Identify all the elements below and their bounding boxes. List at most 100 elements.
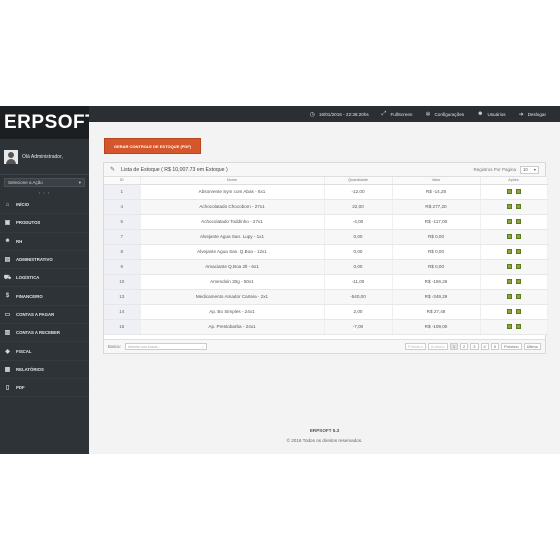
cell-id: 10 xyxy=(104,274,141,290)
row-actions xyxy=(506,293,521,299)
per-page-select[interactable]: 10 ▾ xyxy=(520,165,539,174)
row-actions xyxy=(506,248,521,254)
sidebar: ERPSOFT Olá Administrador, Selecione a A… xyxy=(0,106,97,454)
view-icon[interactable] xyxy=(515,188,521,194)
sidebar-item-fiscal[interactable]: ◆ FISCAL xyxy=(0,342,89,361)
cell-id: 8 xyxy=(104,244,141,260)
avatar xyxy=(4,149,18,164)
logo: ERPSOFT xyxy=(0,106,97,139)
cell-value: R$ 0,00 xyxy=(392,244,481,260)
cell-quantity: -4,00 xyxy=(324,214,393,230)
view-icon[interactable] xyxy=(515,323,521,329)
logout-button[interactable]: ➜ Deslogar xyxy=(519,111,546,118)
cell-actions xyxy=(480,184,548,200)
pagination-prev[interactable]: Anterior xyxy=(427,343,448,350)
cell-id: 1 xyxy=(104,184,141,200)
row-actions xyxy=(506,278,521,284)
action-select[interactable]: Selecione a Ação ▾ xyxy=(4,178,85,187)
edit-icon[interactable] xyxy=(506,278,512,284)
pagination-page-4[interactable]: 4 xyxy=(480,343,489,350)
edit-icon[interactable] xyxy=(506,233,512,239)
briefcase-icon: ▤ xyxy=(4,257,11,264)
pagination-last[interactable]: Último xyxy=(523,343,541,350)
pencil-icon: ✎ xyxy=(110,167,116,173)
edit-icon[interactable] xyxy=(506,308,512,314)
chevron-down-icon: ▾ xyxy=(533,167,536,172)
pagination-first[interactable]: Primeiro xyxy=(404,343,426,350)
row-actions xyxy=(506,233,521,239)
edit-icon[interactable] xyxy=(506,248,512,254)
view-icon[interactable] xyxy=(515,248,521,254)
sidebar-item-contas-a-pagar[interactable]: ▭ CONTAS A PAGAR xyxy=(0,306,89,325)
pagination-page-3[interactable]: 3 xyxy=(470,343,479,350)
cell-quantity: -11,00 xyxy=(324,274,393,290)
cell-value: R$ 0,00 xyxy=(392,259,481,275)
edit-icon[interactable] xyxy=(506,263,512,269)
cell-value: R$ -349,29 xyxy=(392,289,481,305)
edit-icon[interactable] xyxy=(506,218,512,224)
view-icon[interactable] xyxy=(515,233,521,239)
users-button[interactable]: ☻ Usuários xyxy=(477,111,505,117)
fullscreen-button[interactable]: ⤢ FullScreen xyxy=(382,111,413,118)
sidebar-item-pdf[interactable]: ▯ PDF xyxy=(0,379,89,398)
cell-name: Amendoin 30g - 50x1 xyxy=(140,274,325,290)
users-label: Usuários xyxy=(487,111,506,117)
sidebar-item-rh[interactable]: ☻ RH xyxy=(0,233,89,251)
search-label: Busca: xyxy=(108,344,121,349)
sidebar-item-financeiro[interactable]: $ FINANCEIRO xyxy=(0,287,89,306)
column-header-value[interactable]: Valor xyxy=(392,177,481,185)
sidebar-item-in-cio[interactable]: ⌂ INÍCIO xyxy=(0,196,89,215)
column-header-name[interactable]: Nome xyxy=(140,177,325,185)
pagination-page-2[interactable]: 2 xyxy=(460,343,469,350)
sidebar-item-contas-a-receber[interactable]: ▥ CONTAS A RECEBER xyxy=(0,324,89,343)
stock-table: ID Nome Quantidade Valor Ações 1 Absorven… xyxy=(104,177,548,335)
file-icon: ▯ xyxy=(5,385,10,392)
cell-name: Absorvente Sym com Abas - 6x1 xyxy=(140,184,325,200)
view-icon[interactable] xyxy=(515,293,521,299)
edit-icon[interactable] xyxy=(506,293,512,299)
row-actions xyxy=(506,263,521,269)
top-bar: ◷ 19/01/2016 - 22:36:20hs ⤢ FullScreen ✲ Co… xyxy=(89,106,560,122)
sidebar-item-label: CONTAS A RECEBER xyxy=(16,330,61,336)
cell-id: 13 xyxy=(104,289,141,305)
sidebar-item-relat-rios[interactable]: ▦ RELATÓRIOS xyxy=(0,361,89,379)
cell-actions xyxy=(480,274,548,290)
chevron-down-icon: ▾ xyxy=(78,179,81,185)
user-box: Olá Administrador, xyxy=(0,139,89,175)
settings-button[interactable]: ✲ Configurações xyxy=(425,111,464,118)
cell-quantity: -540,00 xyxy=(324,289,393,305)
table-row: 14 Ap. Bo Simples - 24x1 2,00 R$ 27,48 xyxy=(104,304,548,320)
row-actions xyxy=(506,218,521,224)
generate-pdf-button[interactable]: GERAR CONTROLE DE ESTOQUE (PDF) xyxy=(104,138,201,154)
credit-card-icon: ▭ xyxy=(4,311,11,318)
cell-id: 15 xyxy=(104,319,141,335)
view-icon[interactable] xyxy=(515,263,521,269)
cell-value: R$ 277,20 xyxy=(392,199,481,215)
sidebar-item-administrativo[interactable]: ▤ ADMINISTRATIVO xyxy=(0,251,89,270)
view-icon[interactable] xyxy=(515,308,521,314)
cell-actions xyxy=(480,244,548,260)
sidebar-item-produtos[interactable]: ▣ PRODUTOS xyxy=(0,214,89,233)
column-header-quantity[interactable]: Quantidade xyxy=(324,177,393,185)
column-header-id[interactable]: ID xyxy=(104,177,141,185)
edit-icon[interactable] xyxy=(506,323,512,329)
edit-icon[interactable] xyxy=(506,188,512,194)
table-row: 9 Amaciante Q.Boa 2lt - 6x1 0,00 R$ 0,00 xyxy=(104,259,548,275)
edit-icon[interactable] xyxy=(506,203,512,209)
pagination-page-1[interactable]: 1 xyxy=(449,343,459,350)
cell-quantity: 22,00 xyxy=(324,199,393,215)
view-icon[interactable] xyxy=(515,203,521,209)
sidebar-item-label: ADMINISTRATIVO xyxy=(16,257,53,263)
logo-text: ERPSOFT xyxy=(4,111,98,133)
cell-quantity: 2,00 xyxy=(324,304,393,320)
sidebar-item-log-stica[interactable]: ⛟ LOGÍSTICA xyxy=(0,269,89,288)
view-icon[interactable] xyxy=(515,218,521,224)
search-input[interactable]: Informe sua busca... ⌕ xyxy=(124,343,207,350)
pagination-page-5[interactable]: 5 xyxy=(490,343,499,350)
money-icon: $ xyxy=(5,293,10,300)
pagination-next[interactable]: Próximo xyxy=(500,343,522,350)
user-icon: ☻ xyxy=(477,111,484,117)
cell-actions xyxy=(480,319,548,335)
view-icon[interactable] xyxy=(515,278,521,284)
cell-id: 4 xyxy=(104,199,141,215)
